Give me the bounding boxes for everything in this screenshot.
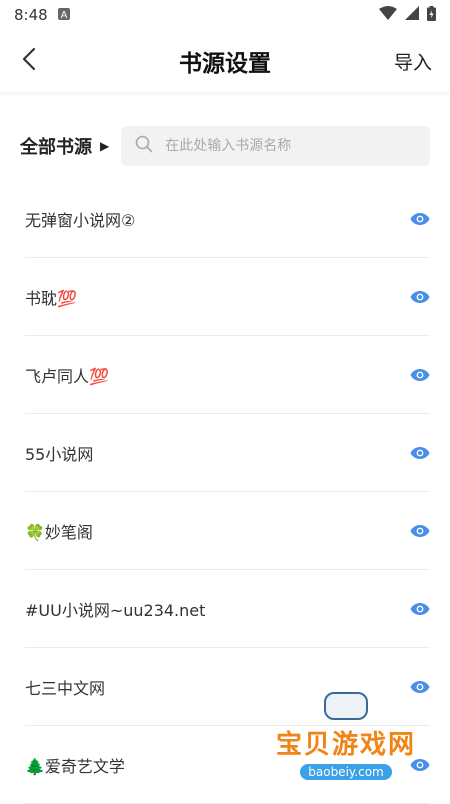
source-name: 飞卢同人💯 (25, 366, 109, 386)
wifi-icon (379, 6, 397, 24)
eye-icon[interactable] (410, 368, 430, 382)
source-name: 🍀妙笔阁 (25, 522, 93, 542)
list-item[interactable]: #UU小说网~uu234.net (25, 570, 430, 648)
eye-icon[interactable] (410, 212, 430, 226)
status-time: 8:48 (14, 6, 48, 24)
list-item[interactable]: 书耽💯 (25, 258, 430, 336)
source-name: 无弹窗小说网② (25, 210, 136, 230)
signal-icon (405, 6, 419, 24)
search-box[interactable] (121, 126, 430, 166)
eye-icon[interactable] (410, 758, 430, 772)
list-item[interactable]: 🍀妙笔阁 (25, 492, 430, 570)
chevron-left-icon (22, 47, 36, 75)
search-icon (135, 135, 153, 157)
source-name: 🌲爱奇艺文学 (25, 756, 125, 776)
source-name: #UU小说网~uu234.net (25, 600, 206, 620)
eye-icon[interactable] (410, 602, 430, 616)
back-button[interactable] (22, 47, 36, 75)
page-title: 书源设置 (179, 51, 271, 77)
source-name: 七三中文网 (25, 678, 106, 698)
list-item[interactable]: 无弹窗小说网② (25, 180, 430, 258)
caret-right-icon[interactable]: ▶ (100, 139, 109, 153)
import-button[interactable]: 导入 (394, 48, 432, 75)
eye-icon[interactable] (410, 524, 430, 538)
status-left: 8:48 A (14, 6, 70, 24)
list-item[interactable]: 飞卢同人💯 (25, 336, 430, 414)
status-right (379, 5, 436, 25)
eye-icon[interactable] (410, 680, 430, 694)
battery-icon (427, 5, 436, 25)
search-input[interactable] (163, 137, 416, 155)
status-bar: 8:48 A (0, 0, 450, 30)
source-name: 55小说网 (25, 444, 94, 464)
filter-row: 全部书源 ▶ (0, 126, 450, 166)
a-icon: A (57, 6, 70, 24)
source-list: 无弹窗小说网② 书耽💯 飞卢同人💯 55小说网 🍀妙笔阁 #UU小说网~uu23… (0, 180, 450, 804)
eye-icon[interactable] (410, 446, 430, 460)
source-name: 书耽💯 (25, 288, 77, 308)
list-item[interactable]: 55小说网 (25, 414, 430, 492)
list-item[interactable]: 🌲爱奇艺文学 (25, 726, 430, 804)
svg-text:A: A (60, 10, 67, 20)
list-item[interactable]: 七三中文网 (25, 648, 430, 726)
source-filter-dropdown[interactable]: 全部书源 (20, 133, 92, 159)
eye-icon[interactable] (410, 290, 430, 304)
app-bar: 书源设置 导入 (0, 30, 450, 92)
